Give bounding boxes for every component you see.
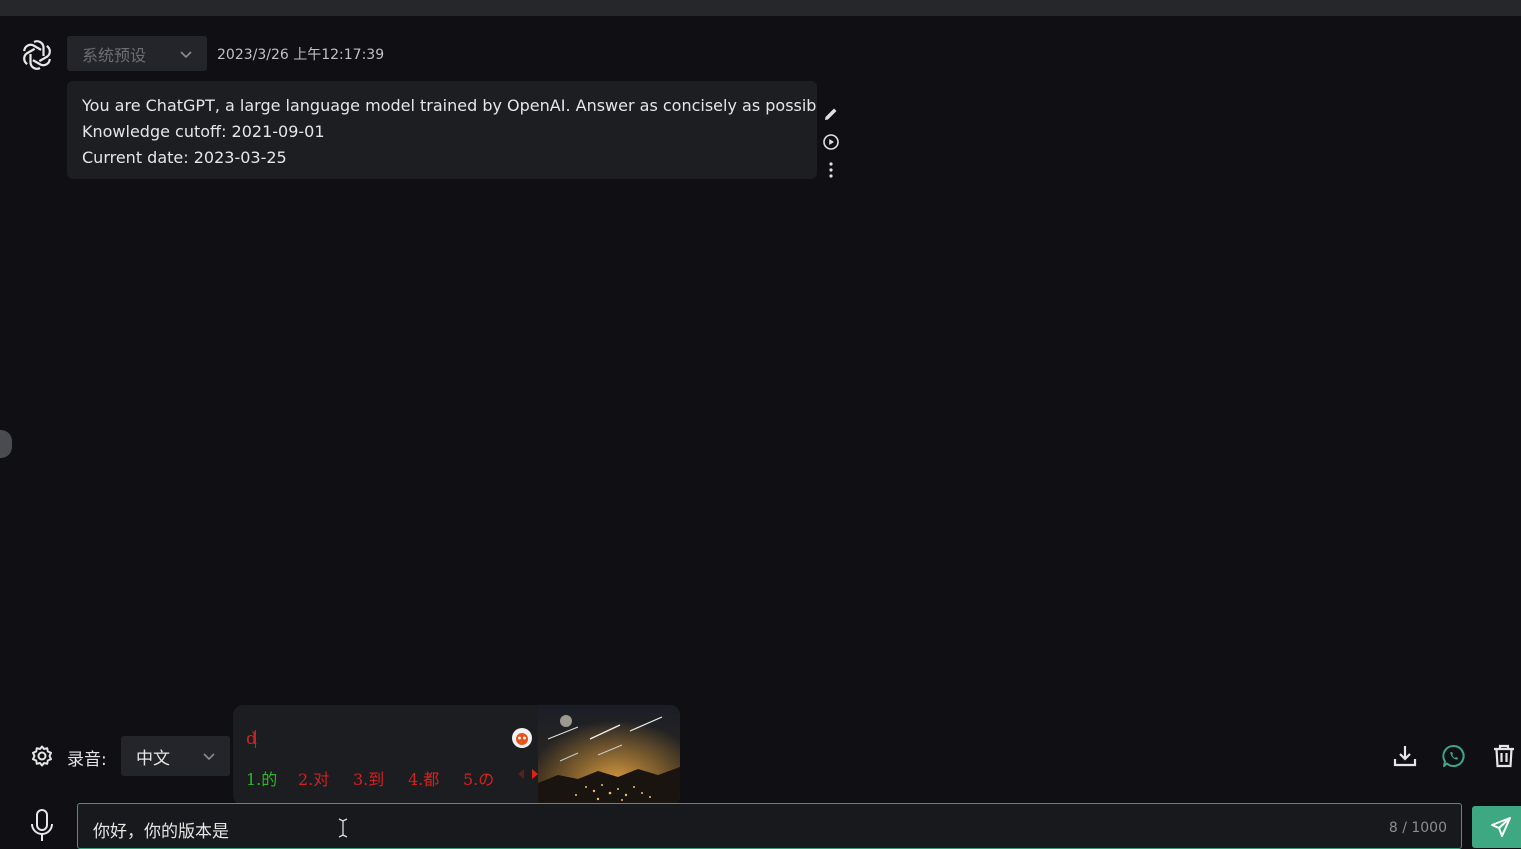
ime-candidates: 1.的 2.对 3.到 4.都 5.の (246, 766, 518, 790)
message-line: You are ChatGPT, a large language model … (82, 96, 817, 115)
microphone-icon[interactable] (29, 808, 55, 845)
download-icon[interactable] (1392, 743, 1418, 769)
gear-icon[interactable] (30, 744, 54, 768)
recording-label: 录音: (67, 750, 107, 770)
message-timestamp: 2023/3/26 上午12:17:39 (217, 47, 385, 63)
ime-candidate[interactable]: 4.都 (408, 766, 463, 790)
ime-skin-image (538, 705, 680, 805)
text-cursor-icon (338, 818, 348, 838)
top-bar (0, 0, 1521, 16)
role-select-value: 系统预设 (82, 45, 147, 65)
whatsapp-icon[interactable] (1441, 743, 1467, 769)
ime-candidate[interactable]: 3.到 (353, 766, 408, 790)
ime-candidate[interactable]: 1.的 (246, 766, 298, 790)
ime-candidate[interactable]: 2.对 (298, 766, 353, 790)
send-icon (1491, 817, 1511, 837)
ime-logo-icon (512, 728, 532, 748)
message-input-value: 你好，你的版本是 (93, 822, 229, 842)
edit-icon[interactable] (821, 104, 841, 124)
ime-candidate[interactable]: 5.の (463, 766, 518, 790)
ime-page-arrows (517, 768, 539, 780)
chevron-down-icon (203, 753, 215, 761)
ime-candidate-window: d 1.的 2.对 3.到 4.都 5.の (233, 705, 680, 805)
language-select[interactable]: 中文 (121, 736, 230, 776)
more-vertical-icon[interactable] (821, 160, 841, 180)
message-line: Knowledge cutoff: 2021-09-01 (82, 122, 325, 141)
ime-prev-icon[interactable] (517, 768, 525, 780)
send-button[interactable] (1472, 806, 1521, 848)
message-actions (821, 104, 841, 188)
language-select-value: 中文 (136, 748, 170, 769)
role-select[interactable]: 系统预设 (67, 36, 207, 71)
sidebar-toggle[interactable] (0, 430, 12, 458)
chevron-down-icon (180, 50, 192, 58)
play-circle-icon[interactable] (821, 132, 841, 152)
character-counter: 8 / 1000 (1388, 820, 1447, 836)
ime-caret (255, 730, 256, 748)
message-bubble: You are ChatGPT, a large language model … (67, 81, 817, 179)
message-input[interactable]: 你好，你的版本是 8 / 1000 (77, 803, 1462, 849)
message-line: Current date: 2023-03-25 (82, 148, 287, 167)
openai-logo-icon (23, 40, 51, 70)
trash-icon[interactable] (1491, 743, 1517, 769)
